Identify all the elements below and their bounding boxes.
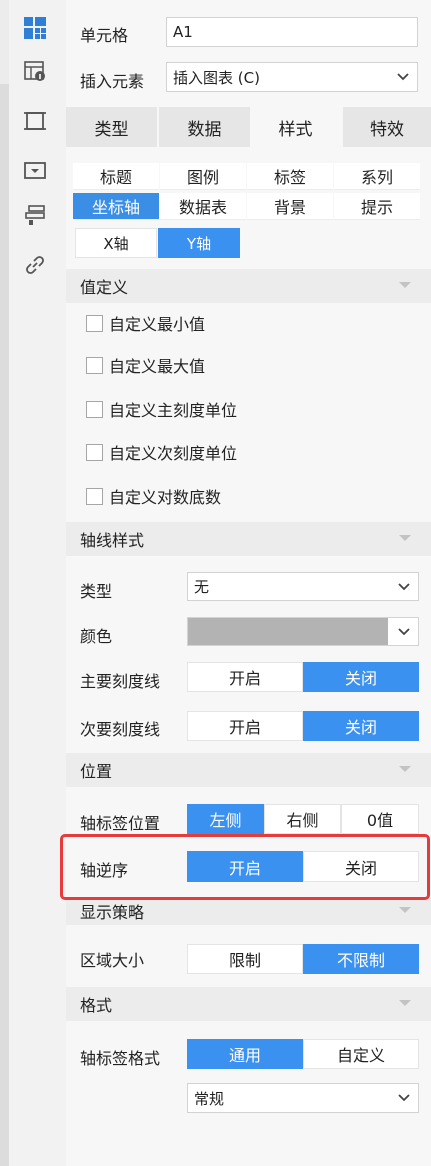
section-title: 格式 (80, 996, 113, 1015)
subtab-title[interactable]: 标题 (73, 163, 159, 190)
major-tick-label: 主要刻度线 (80, 672, 161, 691)
chevron-down-icon (390, 1084, 418, 1112)
minor-tick-on-button[interactable]: 开启 (187, 711, 303, 741)
axis-reverse-on-button[interactable]: 开启 (187, 851, 303, 882)
tab-type[interactable]: 类型 (66, 107, 157, 147)
collapse-icon (399, 907, 411, 913)
rail-edge (0, 84, 9, 1166)
subtab-axis[interactable]: 坐标轴 (73, 193, 159, 220)
collapse-icon (399, 535, 411, 541)
checkbox-icon (86, 443, 103, 461)
area-limit-button[interactable]: 限制 (187, 944, 303, 974)
checkbox-custom-minor-unit[interactable]: 自定义次刻度单位 (86, 440, 237, 464)
tab-x-axis[interactable]: X轴 (75, 228, 157, 258)
checkbox-icon (86, 487, 103, 505)
checkbox-label: 自定义次刻度单位 (109, 444, 238, 463)
chevron-down-icon (390, 573, 418, 600)
section-value-definition[interactable]: 值定义 (66, 269, 431, 303)
cell-input[interactable]: A1 (166, 17, 418, 47)
axis-reverse-off-button[interactable]: 关闭 (303, 851, 419, 882)
color-swatch (188, 618, 388, 645)
link-icon[interactable] (22, 252, 48, 278)
subtab-series[interactable]: 系列 (334, 163, 420, 190)
format-general-button[interactable]: 通用 (187, 1039, 303, 1069)
label-format-label: 轴标签格式 (80, 1049, 161, 1068)
rail-edge-top (0, 0, 9, 84)
section-display-strategy[interactable]: 显示策略 (66, 897, 431, 925)
checkbox-icon (86, 400, 103, 418)
checkbox-custom-major-unit[interactable]: 自定义主刻度单位 (86, 397, 237, 421)
table-info-icon[interactable] (22, 58, 48, 84)
checkbox-custom-log-base[interactable]: 自定义对数底数 (86, 484, 221, 508)
checkbox-icon (86, 314, 103, 332)
insert-value: 插入图表 (C) (173, 68, 260, 87)
cell-value: A1 (173, 23, 193, 41)
cell-label: 单元格 (80, 26, 129, 45)
chevron-down-icon (390, 618, 418, 645)
collapse-icon (399, 282, 411, 288)
checkbox-label: 自定义对数底数 (109, 488, 222, 507)
collapse-icon (399, 1000, 411, 1006)
checkbox-icon (86, 356, 103, 374)
section-title: 显示策略 (80, 903, 145, 922)
checkbox-label: 自定义最大值 (109, 357, 206, 376)
section-format[interactable]: 格式 (66, 987, 431, 1021)
major-tick-off-button[interactable]: 关闭 (303, 662, 419, 692)
area-size-label: 区域大小 (80, 951, 145, 970)
label-position-label: 轴标签位置 (80, 814, 161, 833)
label-position-zero-button[interactable]: 0值 (341, 804, 419, 834)
checkbox-label: 自定义最小值 (109, 315, 206, 334)
subtab-legend[interactable]: 图例 (160, 163, 246, 190)
tab-data[interactable]: 数据 (159, 107, 250, 147)
axis-color-label: 颜色 (80, 627, 113, 646)
format-select[interactable]: 常规 (187, 1083, 419, 1113)
grid-icon[interactable] (22, 15, 48, 41)
label-position-right-button[interactable]: 右侧 (264, 804, 341, 834)
subtab-background[interactable]: 背景 (247, 193, 333, 220)
minor-tick-off-button[interactable]: 关闭 (303, 711, 419, 741)
subtab-label[interactable]: 标签 (247, 163, 333, 190)
chevron-down-icon (389, 63, 417, 91)
insert-select[interactable]: 插入图表 (C) (166, 62, 418, 92)
axis-reverse-label: 轴逆序 (80, 861, 129, 880)
axis-color-picker[interactable] (187, 617, 419, 646)
tab-effects[interactable]: 特效 (343, 107, 431, 147)
checkbox-custom-max[interactable]: 自定义最大值 (86, 353, 205, 377)
subtab-datatable[interactable]: 数据表 (160, 193, 246, 220)
property-panel: 单元格 A1 插入元素 插入图表 (C) 类型 数据 样式 特效 标题 图例 标… (66, 0, 431, 1166)
label-position-left-button[interactable]: 左侧 (187, 804, 264, 834)
section-axis-line-style[interactable]: 轴线样式 (66, 522, 431, 556)
layers-icon[interactable] (22, 202, 48, 228)
frame-icon[interactable] (22, 108, 48, 134)
icon-rail (0, 0, 66, 1166)
subtab-tooltip[interactable]: 提示 (334, 193, 420, 220)
axis-type-value: 无 (194, 578, 210, 596)
major-tick-on-button[interactable]: 开启 (187, 662, 303, 692)
axis-type-select[interactable]: 无 (187, 572, 419, 601)
section-title: 位置 (80, 762, 113, 781)
section-title: 值定义 (80, 278, 129, 297)
axis-type-label: 类型 (80, 582, 113, 601)
format-custom-button[interactable]: 自定义 (303, 1039, 419, 1069)
section-position[interactable]: 位置 (66, 753, 431, 787)
section-title: 轴线样式 (80, 531, 145, 550)
tab-style[interactable]: 样式 (250, 107, 341, 147)
tab-y-axis[interactable]: Y轴 (158, 228, 240, 258)
widget-icon[interactable] (22, 158, 48, 184)
format-select-value: 常规 (194, 1089, 225, 1108)
minor-tick-label: 次要刻度线 (80, 720, 161, 739)
checkbox-custom-min[interactable]: 自定义最小值 (86, 311, 205, 335)
insert-label: 插入元素 (80, 72, 145, 91)
area-nolimit-button[interactable]: 不限制 (303, 944, 419, 974)
checkbox-label: 自定义主刻度单位 (109, 401, 238, 420)
collapse-icon (399, 766, 411, 772)
